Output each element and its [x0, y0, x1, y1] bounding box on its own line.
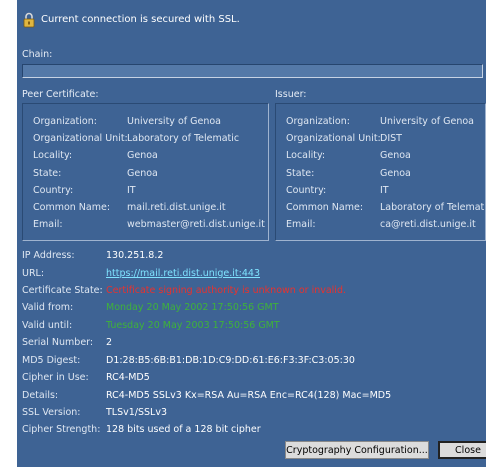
- issuer-field-key: Organizational Unit:: [286, 133, 381, 145]
- info-key: Cipher Strength:: [22, 424, 101, 435]
- issuer-field-key: Locality:: [286, 150, 326, 162]
- chain-label: Chain:: [22, 49, 53, 60]
- peer-certificate-box: Organization: University of Genoa Organiza…: [22, 103, 269, 241]
- info-value: RC4-MD5: [106, 372, 150, 383]
- peer-field-key: Country:: [33, 184, 74, 196]
- issuer-field-value: DIST: [380, 133, 402, 145]
- peer-field-key: Locality:: [33, 150, 73, 162]
- issuer-field-value: Genoa: [380, 150, 411, 162]
- info-key: Certificate State:: [22, 285, 103, 296]
- info-value: Tuesday 20 May 2003 17:50:56 GMT: [106, 320, 280, 331]
- close-button[interactable]: Close: [438, 441, 486, 459]
- peer-field-value: Genoa: [127, 167, 158, 179]
- peer-field-key: State:: [33, 167, 62, 179]
- info-key: Details:: [22, 390, 59, 401]
- info-value: Monday 20 May 2002 17:50:56 GMT: [106, 302, 279, 313]
- info-value: 130.251.8.2: [106, 250, 164, 261]
- chain-combobox[interactable]: [22, 64, 483, 78]
- issuer-label: Issuer:: [275, 89, 307, 100]
- peer-certificate-label: Peer Certificate:: [22, 89, 99, 100]
- info-key: Valid from:: [22, 302, 74, 313]
- info-key: IP Address:: [22, 250, 75, 261]
- peer-field-value: Genoa: [127, 150, 158, 162]
- issuer-field-key: State:: [286, 167, 315, 179]
- cryptography-configuration-button[interactable]: Cryptography Configuration...: [285, 441, 429, 459]
- info-value: TLSv1/SSLv3: [106, 407, 168, 418]
- issuer-field-value: University of Genoa: [380, 116, 474, 127]
- header-text: Current connection is secured with SSL.: [41, 14, 240, 25]
- info-key: Valid until:: [22, 320, 73, 331]
- issuer-field-value: Laboratory of Telematic: [380, 202, 486, 213]
- issuer-certificate-box: Organization: University of Genoa Organiza…: [275, 103, 486, 241]
- issuer-field-key: Email:: [286, 219, 316, 231]
- info-value: D1:28:B5:6B:B1:DB:1D:C9:DD:61:E6:F3:3F:C…: [106, 355, 355, 366]
- peer-field-key: Organization:: [33, 116, 97, 127]
- info-value: Certificate signing authority is unknown…: [106, 285, 346, 296]
- url-link[interactable]: https://mail.reti.dist.unige.it:443: [106, 268, 260, 279]
- peer-field-value: IT: [127, 184, 136, 196]
- peer-field-value: mail.reti.dist.unige.it: [127, 202, 226, 213]
- issuer-field-key: Common Name:: [286, 202, 364, 213]
- peer-field-key: Common Name:: [33, 202, 111, 213]
- peer-field-key: Organizational Unit:: [33, 133, 128, 145]
- issuer-field-key: Organization:: [286, 116, 350, 127]
- peer-field-value: University of Genoa: [127, 116, 221, 127]
- info-key: MD5 Digest:: [22, 355, 81, 366]
- info-key: Cipher in Use:: [22, 372, 89, 383]
- info-value: RC4-MD5 SSLv3 Kx=RSA Au=RSA Enc=RC4(128)…: [106, 390, 392, 401]
- issuer-field-value: Genoa: [380, 167, 411, 179]
- info-key: Serial Number:: [22, 337, 94, 348]
- peer-field-value: webmaster@reti.dist.unige.it: [127, 219, 265, 231]
- issuer-field-key: Country:: [286, 184, 327, 196]
- peer-field-value: Laboratory of Telematic: [127, 133, 240, 145]
- info-value: 128 bits used of a 128 bit cipher: [106, 424, 261, 435]
- lock-icon: [23, 12, 35, 28]
- info-value: 2: [106, 337, 113, 348]
- info-key: SSL Version:: [22, 407, 81, 418]
- peer-field-key: Email:: [33, 219, 63, 231]
- issuer-field-value: IT: [380, 184, 389, 196]
- issuer-field-value: ca@reti.dist.unige.it: [380, 219, 476, 231]
- info-key: URL:: [22, 268, 45, 279]
- ssl-info-dialog: Current connection is secured with SSL. …: [17, 0, 486, 467]
